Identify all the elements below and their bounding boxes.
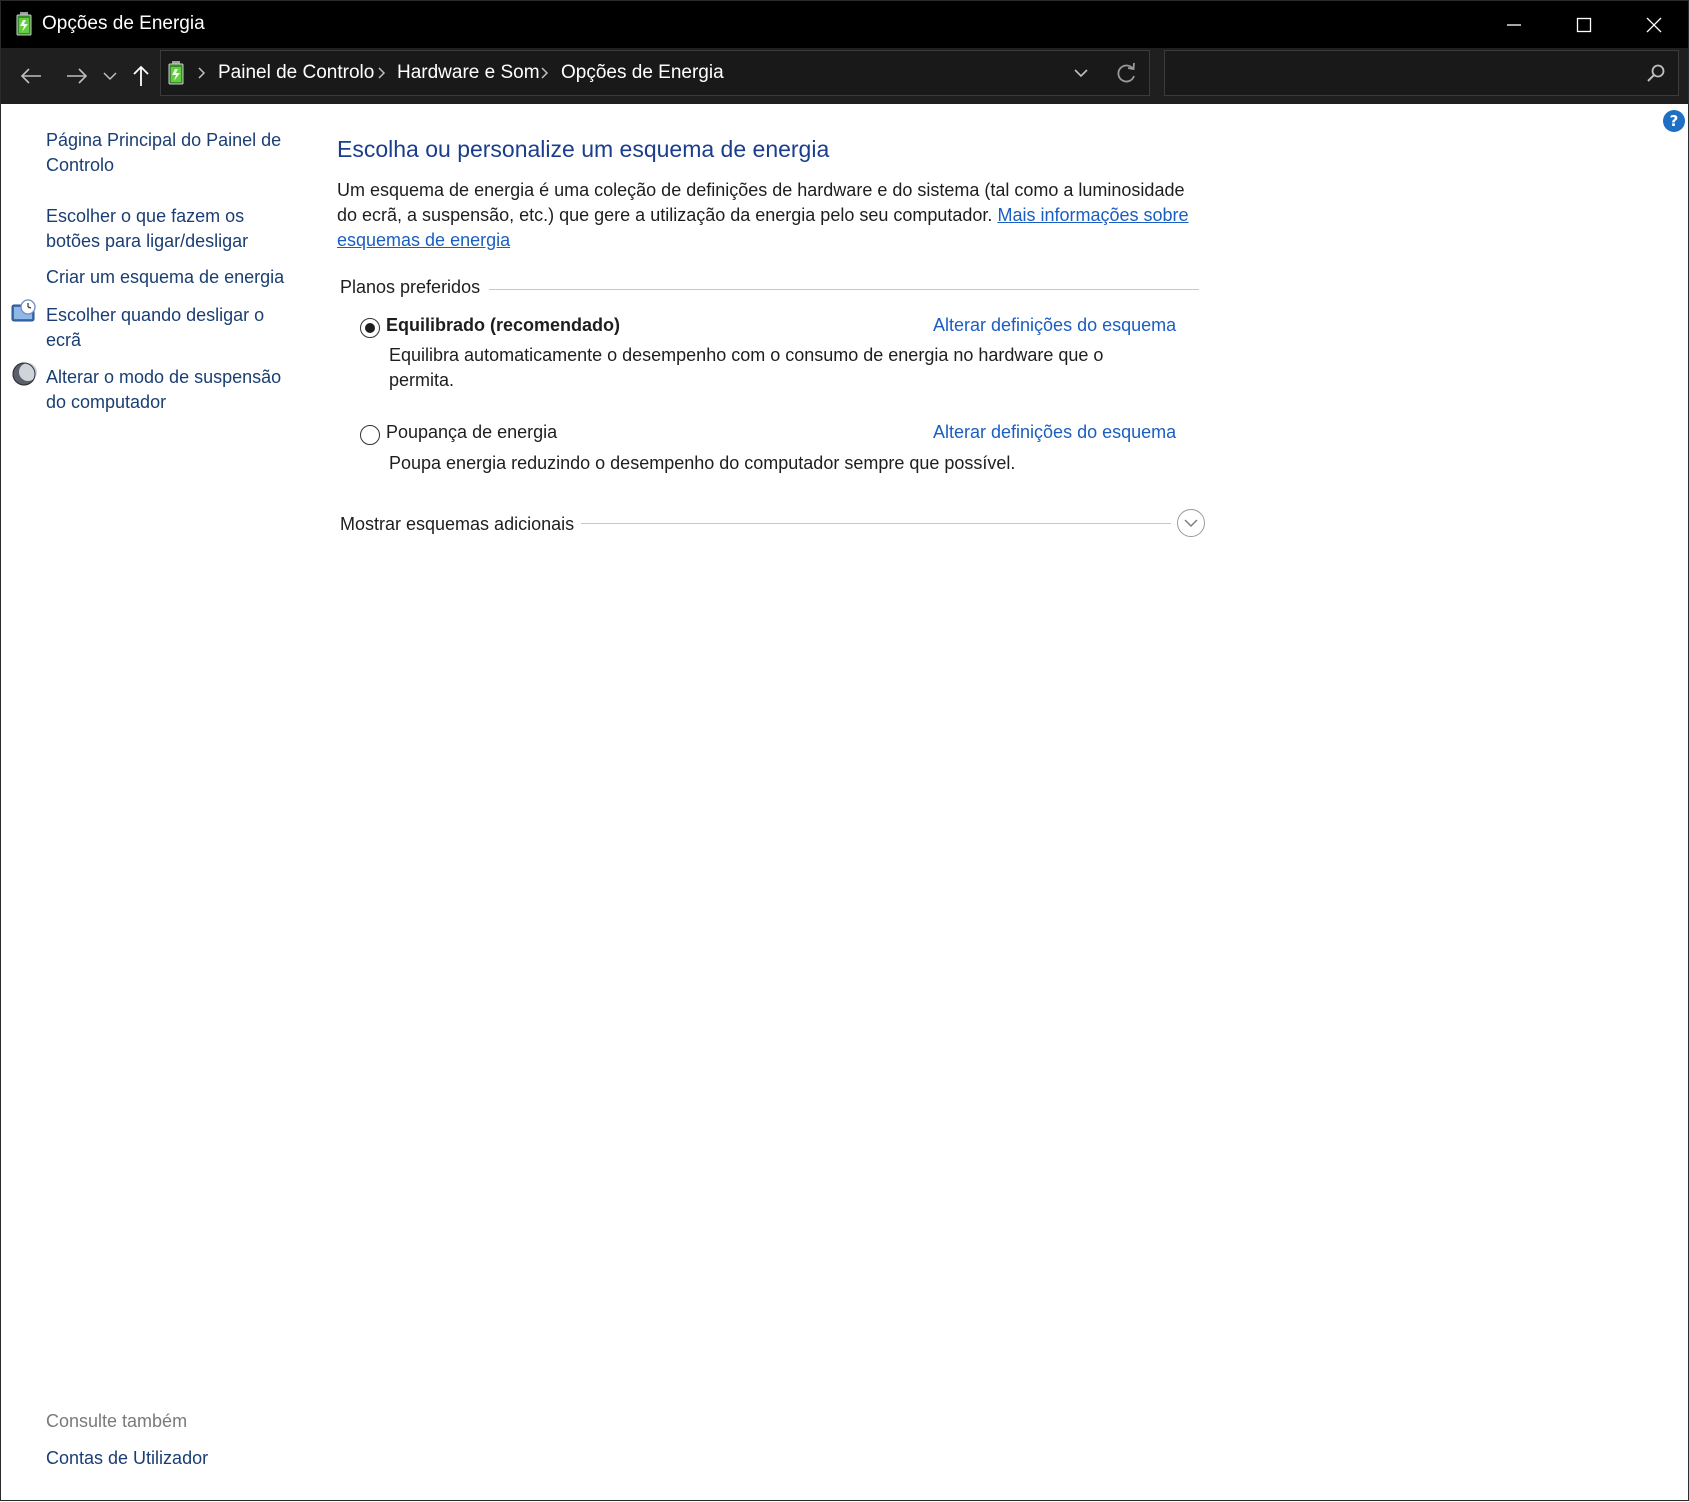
intro-paragraph: Um esquema de energia é uma coleção de d… xyxy=(337,178,1207,253)
search-icon xyxy=(1647,64,1665,82)
plan-description-balanced: Equilibra automaticamente o desempenho c… xyxy=(389,345,1104,390)
navigation-bar: Painel de Controlo Hardware e Som Opções… xyxy=(1,48,1688,104)
up-button[interactable] xyxy=(127,60,155,92)
page-title: Escolha ou personalize um esquema de ene… xyxy=(337,136,830,162)
control-panel-home-link[interactable]: Página Principal do Painel de Controlo xyxy=(46,128,286,178)
recent-locations-button[interactable] xyxy=(101,60,119,92)
section-divider xyxy=(581,523,1171,524)
chevron-down-icon[interactable] xyxy=(1073,63,1089,83)
plan-radio-balanced[interactable] xyxy=(360,318,380,338)
window-title: Opções de Energia xyxy=(42,13,205,34)
arrow-right-icon xyxy=(67,68,88,84)
chevron-right-icon[interactable] xyxy=(197,64,207,82)
search-input[interactable] xyxy=(1164,50,1679,96)
maximize-icon xyxy=(1576,17,1592,32)
change-plan-settings-link-power-saver[interactable]: Alterar definições do esquema xyxy=(933,422,1176,443)
show-additional-plans-title[interactable]: Mostrar esquemas adicionais xyxy=(340,514,574,535)
minimize-icon xyxy=(1507,23,1521,26)
breadcrumb-power-options[interactable]: Opções de Energia xyxy=(561,62,724,84)
left-task-pane: Página Principal do Painel de Controlo E… xyxy=(1,104,301,1502)
battery-power-icon xyxy=(16,12,32,36)
preferred-plans-title: Planos preferidos xyxy=(340,277,481,297)
expand-additional-plans-button[interactable] xyxy=(1177,509,1205,537)
arrow-up-icon xyxy=(133,65,149,86)
chevron-right-icon[interactable] xyxy=(377,64,387,82)
back-button[interactable] xyxy=(17,60,45,92)
refresh-icon[interactable] xyxy=(1115,61,1139,85)
moon-sleep-icon xyxy=(12,362,37,386)
power-buttons-link[interactable]: Escolher o que fazem os botões para liga… xyxy=(46,204,286,254)
breadcrumb-control-panel[interactable]: Painel de Controlo xyxy=(218,62,374,84)
power-options-window: Opções de Energia Painel de Controlo Har… xyxy=(0,0,1689,1501)
help-button[interactable]: ? xyxy=(1663,110,1685,132)
user-accounts-link[interactable]: Contas de Utilizador xyxy=(46,1448,208,1469)
title-bar: Opções de Energia xyxy=(1,1,1688,48)
breadcrumb-hardware-sound[interactable]: Hardware e Som xyxy=(397,62,540,84)
plan-description-power-saver: Poupa energia reduzindo o desempenho do … xyxy=(389,453,1016,473)
plan-name-balanced[interactable]: Equilibrado (recomendado) xyxy=(386,315,620,336)
plan-name-power-saver[interactable]: Poupança de energia xyxy=(386,422,557,443)
plan-radio-power-saver[interactable] xyxy=(360,425,380,445)
chevron-down-icon xyxy=(103,72,117,81)
forward-button[interactable] xyxy=(63,60,91,92)
section-divider xyxy=(489,289,1199,290)
minimize-button[interactable] xyxy=(1479,1,1549,48)
chevron-right-icon[interactable] xyxy=(540,64,550,82)
sleep-mode-link[interactable]: Alterar o modo de suspensão do computado… xyxy=(46,365,286,415)
close-button[interactable] xyxy=(1619,1,1689,48)
arrow-left-icon xyxy=(20,68,41,84)
close-icon xyxy=(1646,17,1662,32)
display-clock-icon xyxy=(11,299,36,322)
maximize-button[interactable] xyxy=(1549,1,1619,48)
battery-power-icon xyxy=(168,61,184,85)
chevron-down-icon xyxy=(1184,519,1198,527)
see-also-label: Consulte também xyxy=(46,1411,188,1431)
create-plan-link[interactable]: Criar um esquema de energia xyxy=(46,265,286,290)
display-off-link[interactable]: Escolher quando desligar o ecrã xyxy=(46,303,286,353)
address-bar[interactable]: Painel de Controlo Hardware e Som Opções… xyxy=(160,50,1150,96)
change-plan-settings-link-balanced[interactable]: Alterar definições do esquema xyxy=(933,315,1176,336)
